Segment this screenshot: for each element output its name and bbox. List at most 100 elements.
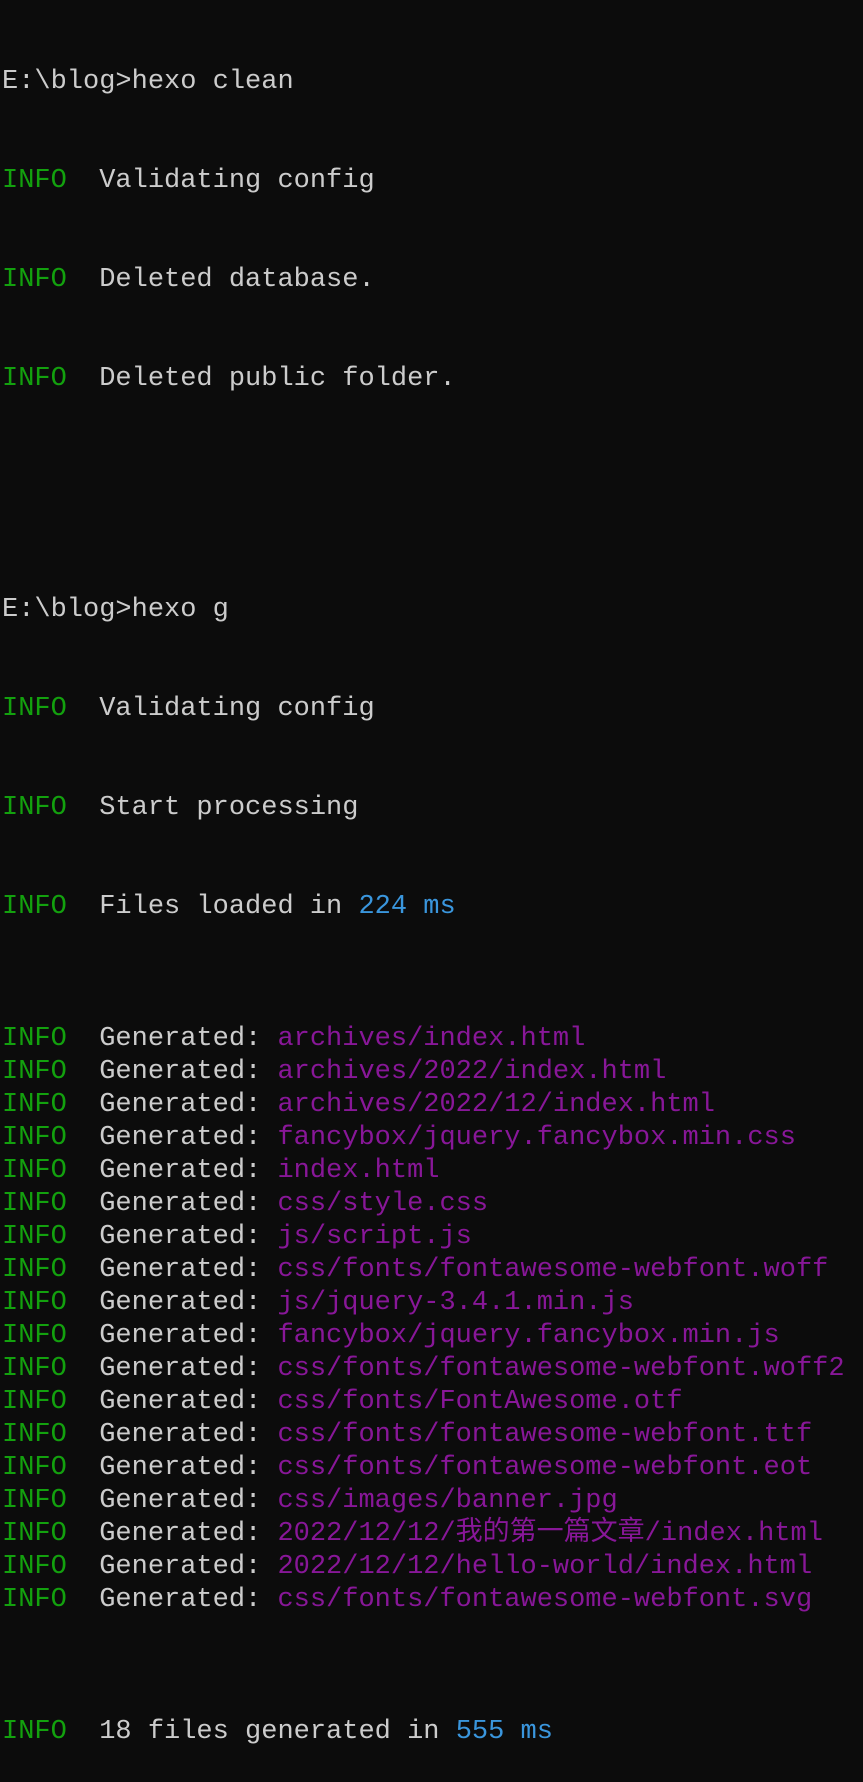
generated-line: INFO Generated: css/fonts/FontAwesome.ot… bbox=[2, 1386, 863, 1419]
generated-line: INFO Generated: css/fonts/fontawesome-we… bbox=[2, 1584, 863, 1617]
command-text: E:\blog>hexo g bbox=[2, 595, 229, 625]
generated-path: css/fonts/fontawesome-webfont.svg bbox=[277, 1585, 813, 1615]
generated-line: INFO Generated: archives/2022/index.html bbox=[2, 1056, 863, 1089]
duration-value: 224 ms bbox=[358, 892, 456, 922]
log-level: INFO bbox=[2, 1453, 67, 1483]
generated-label: Generated: bbox=[99, 1585, 278, 1615]
generated-label: Generated: bbox=[99, 1024, 278, 1054]
log-level: INFO bbox=[2, 1156, 67, 1186]
log-message: Start processing bbox=[99, 793, 359, 823]
log-line: INFO Deleted public folder. bbox=[2, 363, 863, 396]
generated-path: css/fonts/fontawesome-webfont.eot bbox=[277, 1453, 813, 1483]
log-message: Files loaded in bbox=[99, 892, 359, 922]
log-level: INFO bbox=[2, 1222, 67, 1252]
generated-line: INFO Generated: css/style.css bbox=[2, 1188, 863, 1221]
prompt-line: E:\blog>hexo g bbox=[2, 594, 863, 627]
log-line: INFO Validating config bbox=[2, 693, 863, 726]
generated-line: INFO Generated: css/images/banner.jpg bbox=[2, 1485, 863, 1518]
log-level: INFO bbox=[2, 364, 67, 394]
log-level: INFO bbox=[2, 166, 67, 196]
log-line: INFO 18 files generated in 555 ms bbox=[2, 1716, 863, 1749]
generated-label: Generated: bbox=[99, 1486, 278, 1516]
generated-label: Generated: bbox=[99, 1354, 278, 1384]
log-level: INFO bbox=[2, 1519, 67, 1549]
log-level: INFO bbox=[2, 1090, 67, 1120]
log-level: INFO bbox=[2, 265, 67, 295]
generated-path: index.html bbox=[277, 1156, 440, 1186]
log-message: 18 files generated in bbox=[99, 1717, 456, 1747]
generated-path: css/fonts/fontawesome-webfont.woff bbox=[277, 1255, 829, 1285]
terminal-window[interactable]: E:\blog>hexo clean INFO Validating confi… bbox=[0, 0, 863, 1747]
log-message: Deleted database. bbox=[99, 265, 375, 295]
generated-line: INFO Generated: fancybox/jquery.fancybox… bbox=[2, 1320, 863, 1353]
log-message: Validating config bbox=[99, 694, 375, 724]
duration-value: 555 ms bbox=[455, 1717, 553, 1747]
log-level: INFO bbox=[2, 1024, 67, 1054]
generated-line: INFO Generated: fancybox/jquery.fancybox… bbox=[2, 1122, 863, 1155]
generated-path: fancybox/jquery.fancybox.min.css bbox=[277, 1123, 796, 1153]
log-level: INFO bbox=[2, 1387, 67, 1417]
generated-line: INFO Generated: css/fonts/fontawesome-we… bbox=[2, 1254, 863, 1287]
generated-label: Generated: bbox=[99, 1519, 278, 1549]
generated-path: archives/2022/12/index.html bbox=[277, 1090, 715, 1120]
generated-list: INFO Generated: archives/index.html INFO … bbox=[2, 1023, 863, 1617]
generated-path: 2022/12/12/hello-world/index.html bbox=[277, 1552, 813, 1582]
generated-path: 2022/12/12/我的第一篇文章/index.html bbox=[277, 1519, 823, 1549]
log-level: INFO bbox=[2, 1354, 67, 1384]
prompt-line: E:\blog>hexo clean bbox=[2, 66, 863, 99]
generated-line: INFO Generated: 2022/12/12/hello-world/i… bbox=[2, 1551, 863, 1584]
command-text: E:\blog>hexo clean bbox=[2, 67, 294, 97]
generated-path: css/style.css bbox=[277, 1189, 489, 1219]
generated-line: INFO Generated: 2022/12/12/我的第一篇文章/index… bbox=[2, 1518, 863, 1551]
generated-path: js/script.js bbox=[277, 1222, 472, 1252]
log-line: INFO Files loaded in 224 ms bbox=[2, 891, 863, 924]
log-level: INFO bbox=[2, 1552, 67, 1582]
generated-label: Generated: bbox=[99, 1156, 278, 1186]
log-level: INFO bbox=[2, 1585, 67, 1615]
log-level: INFO bbox=[2, 1255, 67, 1285]
log-level: INFO bbox=[2, 1486, 67, 1516]
generated-path: css/fonts/fontawesome-webfont.ttf bbox=[277, 1420, 813, 1450]
generated-label: Generated: bbox=[99, 1189, 278, 1219]
generated-line: INFO Generated: css/fonts/fontawesome-we… bbox=[2, 1452, 863, 1485]
log-message: Validating config bbox=[99, 166, 375, 196]
log-line: INFO Validating config bbox=[2, 165, 863, 198]
generated-line: INFO Generated: css/fonts/fontawesome-we… bbox=[2, 1419, 863, 1452]
generated-path: archives/2022/index.html bbox=[277, 1057, 667, 1087]
generated-label: Generated: bbox=[99, 1123, 278, 1153]
generated-line: INFO Generated: archives/2022/12/index.h… bbox=[2, 1089, 863, 1122]
log-level: INFO bbox=[2, 892, 67, 922]
log-level: INFO bbox=[2, 1717, 67, 1747]
generated-label: Generated: bbox=[99, 1288, 278, 1318]
generated-label: Generated: bbox=[99, 1453, 278, 1483]
generated-label: Generated: bbox=[99, 1552, 278, 1582]
generated-line: INFO Generated: js/script.js bbox=[2, 1221, 863, 1254]
generated-label: Generated: bbox=[99, 1255, 278, 1285]
log-level: INFO bbox=[2, 1189, 67, 1219]
log-message: Deleted public folder. bbox=[99, 364, 456, 394]
generated-path: archives/index.html bbox=[277, 1024, 586, 1054]
generated-line: INFO Generated: index.html bbox=[2, 1155, 863, 1188]
log-level: INFO bbox=[2, 1288, 67, 1318]
log-line: INFO Deleted database. bbox=[2, 264, 863, 297]
generated-path: js/jquery-3.4.1.min.js bbox=[277, 1288, 634, 1318]
generated-path: css/fonts/FontAwesome.otf bbox=[277, 1387, 683, 1417]
generated-path: fancybox/jquery.fancybox.min.js bbox=[277, 1321, 780, 1351]
log-level: INFO bbox=[2, 1057, 67, 1087]
generated-label: Generated: bbox=[99, 1222, 278, 1252]
log-level: INFO bbox=[2, 694, 67, 724]
generated-label: Generated: bbox=[99, 1387, 278, 1417]
generated-label: Generated: bbox=[99, 1321, 278, 1351]
log-level: INFO bbox=[2, 1420, 67, 1450]
generated-line: INFO Generated: archives/index.html bbox=[2, 1023, 863, 1056]
log-level: INFO bbox=[2, 1123, 67, 1153]
generated-label: Generated: bbox=[99, 1057, 278, 1087]
generated-line: INFO Generated: js/jquery-3.4.1.min.js bbox=[2, 1287, 863, 1320]
generated-label: Generated: bbox=[99, 1090, 278, 1120]
generated-path: css/images/banner.jpg bbox=[277, 1486, 618, 1516]
generated-path: css/fonts/fontawesome-webfont.woff2 bbox=[277, 1354, 845, 1384]
log-line: INFO Start processing bbox=[2, 792, 863, 825]
generated-label: Generated: bbox=[99, 1420, 278, 1450]
generated-line: INFO Generated: css/fonts/fontawesome-we… bbox=[2, 1353, 863, 1386]
